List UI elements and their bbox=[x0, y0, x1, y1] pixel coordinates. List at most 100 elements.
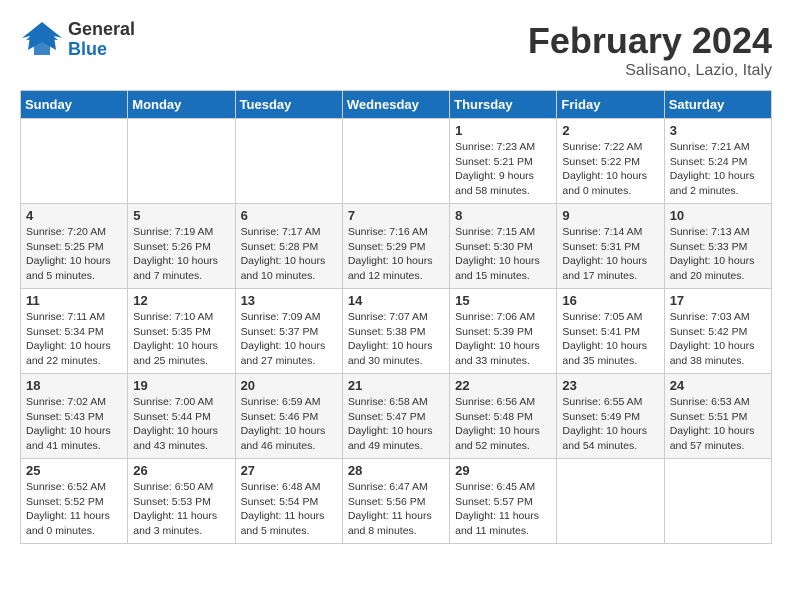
calendar-cell: 20 Sunrise: 6:59 AMSunset: 5:46 PMDayligh… bbox=[235, 374, 342, 459]
day-info: Sunrise: 6:47 AMSunset: 5:56 PMDaylight:… bbox=[348, 480, 444, 539]
day-number: 5 bbox=[133, 208, 229, 223]
day-info: Sunrise: 7:14 AMSunset: 5:31 PMDaylight:… bbox=[562, 225, 658, 284]
day-info: Sunrise: 6:56 AMSunset: 5:48 PMDaylight:… bbox=[455, 395, 551, 454]
day-number: 12 bbox=[133, 293, 229, 308]
day-number: 7 bbox=[348, 208, 444, 223]
day-number: 21 bbox=[348, 378, 444, 393]
calendar-cell: 26 Sunrise: 6:50 AMSunset: 5:53 PMDayligh… bbox=[128, 459, 235, 544]
day-info: Sunrise: 7:16 AMSunset: 5:29 PMDaylight:… bbox=[348, 225, 444, 284]
calendar-cell: 3 Sunrise: 7:21 AMSunset: 5:24 PMDaylight… bbox=[664, 119, 771, 204]
calendar-week-3: 11Sunrise: 7:11 AMSunset: 5:34 PMDayligh… bbox=[21, 289, 772, 374]
calendar-cell: 17Sunrise: 7:03 AMSunset: 5:42 PMDayligh… bbox=[664, 289, 771, 374]
calendar-cell bbox=[21, 119, 128, 204]
calendar-cell: 18 Sunrise: 7:02 AMSunset: 5:43 PMDayligh… bbox=[21, 374, 128, 459]
calendar-cell: 22 Sunrise: 6:56 AMSunset: 5:48 PMDayligh… bbox=[450, 374, 557, 459]
column-header-tuesday: Tuesday bbox=[235, 91, 342, 119]
day-info: Sunrise: 7:03 AMSunset: 5:42 PMDaylight:… bbox=[670, 310, 766, 369]
calendar-cell: 19 Sunrise: 7:00 AMSunset: 5:44 PMDayligh… bbox=[128, 374, 235, 459]
column-header-wednesday: Wednesday bbox=[342, 91, 449, 119]
day-info: Sunrise: 7:00 AMSunset: 5:44 PMDaylight:… bbox=[133, 395, 229, 454]
calendar-week-1: 1 Sunrise: 7:23 AMSunset: 5:21 PMDaylight… bbox=[21, 119, 772, 204]
calendar-title: February 2024 bbox=[528, 20, 772, 62]
day-number: 29 bbox=[455, 463, 551, 478]
column-header-thursday: Thursday bbox=[450, 91, 557, 119]
calendar-cell: 23 Sunrise: 6:55 AMSunset: 5:49 PMDayligh… bbox=[557, 374, 664, 459]
calendar-cell: 7 Sunrise: 7:16 AMSunset: 5:29 PMDaylight… bbox=[342, 204, 449, 289]
day-number: 19 bbox=[133, 378, 229, 393]
calendar-location: Salisano, Lazio, Italy bbox=[528, 62, 772, 80]
day-info: Sunrise: 7:20 AMSunset: 5:25 PMDaylight:… bbox=[26, 225, 122, 284]
day-info: Sunrise: 7:02 AMSunset: 5:43 PMDaylight:… bbox=[26, 395, 122, 454]
calendar-cell: 2 Sunrise: 7:22 AMSunset: 5:22 PMDaylight… bbox=[557, 119, 664, 204]
day-number: 14 bbox=[348, 293, 444, 308]
calendar-cell: 6 Sunrise: 7:17 AMSunset: 5:28 PMDaylight… bbox=[235, 204, 342, 289]
calendar-header-row: SundayMondayTuesdayWednesdayThursdayFrid… bbox=[21, 91, 772, 119]
calendar-cell: 11Sunrise: 7:11 AMSunset: 5:34 PMDayligh… bbox=[21, 289, 128, 374]
day-number: 2 bbox=[562, 123, 658, 138]
day-number: 16 bbox=[562, 293, 658, 308]
day-number: 22 bbox=[455, 378, 551, 393]
logo-line1: General bbox=[68, 20, 135, 40]
calendar-cell: 14 Sunrise: 7:07 AMSunset: 5:38 PMDayligh… bbox=[342, 289, 449, 374]
calendar-cell: 28 Sunrise: 6:47 AMSunset: 5:56 PMDayligh… bbox=[342, 459, 449, 544]
calendar-cell: 29 Sunrise: 6:45 AMSunset: 5:57 PMDayligh… bbox=[450, 459, 557, 544]
calendar-cell: 27Sunrise: 6:48 AMSunset: 5:54 PMDayligh… bbox=[235, 459, 342, 544]
day-number: 10 bbox=[670, 208, 766, 223]
day-info: Sunrise: 7:19 AMSunset: 5:26 PMDaylight:… bbox=[133, 225, 229, 284]
day-info: Sunrise: 7:06 AMSunset: 5:39 PMDaylight:… bbox=[455, 310, 551, 369]
column-header-monday: Monday bbox=[128, 91, 235, 119]
day-number: 13 bbox=[241, 293, 337, 308]
page-header: General Blue February 2024 Salisano, Laz… bbox=[20, 20, 772, 80]
day-number: 28 bbox=[348, 463, 444, 478]
day-info: Sunrise: 6:59 AMSunset: 5:46 PMDaylight:… bbox=[241, 395, 337, 454]
calendar-cell: 1 Sunrise: 7:23 AMSunset: 5:21 PMDaylight… bbox=[450, 119, 557, 204]
day-info: Sunrise: 6:50 AMSunset: 5:53 PMDaylight:… bbox=[133, 480, 229, 539]
day-number: 23 bbox=[562, 378, 658, 393]
column-header-sunday: Sunday bbox=[21, 91, 128, 119]
calendar-cell: 5 Sunrise: 7:19 AMSunset: 5:26 PMDaylight… bbox=[128, 204, 235, 289]
calendar-week-4: 18 Sunrise: 7:02 AMSunset: 5:43 PMDayligh… bbox=[21, 374, 772, 459]
day-info: Sunrise: 7:07 AMSunset: 5:38 PMDaylight:… bbox=[348, 310, 444, 369]
day-info: Sunrise: 6:52 AMSunset: 5:52 PMDaylight:… bbox=[26, 480, 122, 539]
logo-icon bbox=[20, 20, 64, 60]
day-info: Sunrise: 7:09 AMSunset: 5:37 PMDaylight:… bbox=[241, 310, 337, 369]
day-info: Sunrise: 6:45 AMSunset: 5:57 PMDaylight:… bbox=[455, 480, 551, 539]
day-info: Sunrise: 6:55 AMSunset: 5:49 PMDaylight:… bbox=[562, 395, 658, 454]
day-info: Sunrise: 7:21 AMSunset: 5:24 PMDaylight:… bbox=[670, 140, 766, 199]
calendar-cell: 4 Sunrise: 7:20 AMSunset: 5:25 PMDaylight… bbox=[21, 204, 128, 289]
calendar-cell bbox=[664, 459, 771, 544]
day-info: Sunrise: 7:22 AMSunset: 5:22 PMDaylight:… bbox=[562, 140, 658, 199]
title-block: February 2024 Salisano, Lazio, Italy bbox=[528, 20, 772, 80]
calendar-table: SundayMondayTuesdayWednesdayThursdayFrid… bbox=[20, 90, 772, 544]
calendar-cell: 12 Sunrise: 7:10 AMSunset: 5:35 PMDayligh… bbox=[128, 289, 235, 374]
logo-text: General Blue bbox=[68, 20, 135, 60]
day-info: Sunrise: 6:48 AMSunset: 5:54 PMDaylight:… bbox=[241, 480, 337, 539]
day-number: 3 bbox=[670, 123, 766, 138]
day-info: Sunrise: 7:10 AMSunset: 5:35 PMDaylight:… bbox=[133, 310, 229, 369]
day-number: 6 bbox=[241, 208, 337, 223]
calendar-cell bbox=[235, 119, 342, 204]
day-number: 11 bbox=[26, 293, 122, 308]
day-number: 24 bbox=[670, 378, 766, 393]
day-info: Sunrise: 7:23 AMSunset: 5:21 PMDaylight:… bbox=[455, 140, 551, 199]
day-number: 4 bbox=[26, 208, 122, 223]
day-info: Sunrise: 7:17 AMSunset: 5:28 PMDaylight:… bbox=[241, 225, 337, 284]
day-number: 8 bbox=[455, 208, 551, 223]
calendar-cell bbox=[128, 119, 235, 204]
column-header-saturday: Saturday bbox=[664, 91, 771, 119]
calendar-cell: 16Sunrise: 7:05 AMSunset: 5:41 PMDayligh… bbox=[557, 289, 664, 374]
day-number: 26 bbox=[133, 463, 229, 478]
day-info: Sunrise: 6:58 AMSunset: 5:47 PMDaylight:… bbox=[348, 395, 444, 454]
logo-line2: Blue bbox=[68, 40, 135, 60]
column-header-friday: Friday bbox=[557, 91, 664, 119]
calendar-cell: 8Sunrise: 7:15 AMSunset: 5:30 PMDaylight… bbox=[450, 204, 557, 289]
day-number: 1 bbox=[455, 123, 551, 138]
day-number: 15 bbox=[455, 293, 551, 308]
calendar-cell: 13 Sunrise: 7:09 AMSunset: 5:37 PMDayligh… bbox=[235, 289, 342, 374]
day-number: 18 bbox=[26, 378, 122, 393]
day-number: 20 bbox=[241, 378, 337, 393]
day-info: Sunrise: 7:13 AMSunset: 5:33 PMDaylight:… bbox=[670, 225, 766, 284]
calendar-cell: 15 Sunrise: 7:06 AMSunset: 5:39 PMDayligh… bbox=[450, 289, 557, 374]
calendar-cell: 9Sunrise: 7:14 AMSunset: 5:31 PMDaylight… bbox=[557, 204, 664, 289]
calendar-cell: 10 Sunrise: 7:13 AMSunset: 5:33 PMDayligh… bbox=[664, 204, 771, 289]
